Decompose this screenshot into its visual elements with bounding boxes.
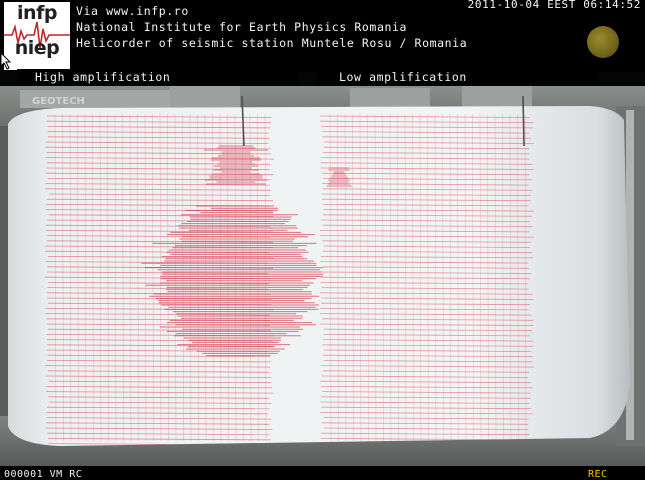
infp-logo: infp niep — [4, 2, 70, 70]
high-amplification-label: High amplification — [17, 69, 298, 85]
via-link[interactable]: Via www.infp.ro — [76, 4, 189, 18]
recording-indicator: REC — [588, 469, 608, 480]
header-bar: infp niep Via www.infp.ro National Insti… — [0, 0, 645, 72]
logo-text: infp niep — [14, 2, 60, 59]
webcam-frame: infp niep Via www.infp.ro National Insti… — [0, 0, 645, 480]
institute-name: National Institute for Earth Physics Rom… — [76, 20, 408, 34]
arrow-cursor-icon — [0, 52, 12, 70]
helicorder-drum-image: GEOTECH — [0, 86, 645, 466]
low-amplification-label: Low amplification — [317, 69, 599, 85]
geotech-label: GEOTECH — [32, 96, 85, 107]
footer-bar — [0, 466, 645, 480]
pen-carriage-right — [350, 88, 430, 108]
camera-id: 000001 VM RC — [4, 469, 83, 480]
station-name: Helicorder of seismic station Muntele Ro… — [76, 36, 468, 50]
pen-low — [522, 95, 525, 147]
helicorder-drum-view: GEOTECH — [0, 86, 645, 466]
status-dot-icon — [587, 26, 619, 58]
timestamp: 2011-10-04 EEST 06:14:52 — [467, 0, 641, 11]
